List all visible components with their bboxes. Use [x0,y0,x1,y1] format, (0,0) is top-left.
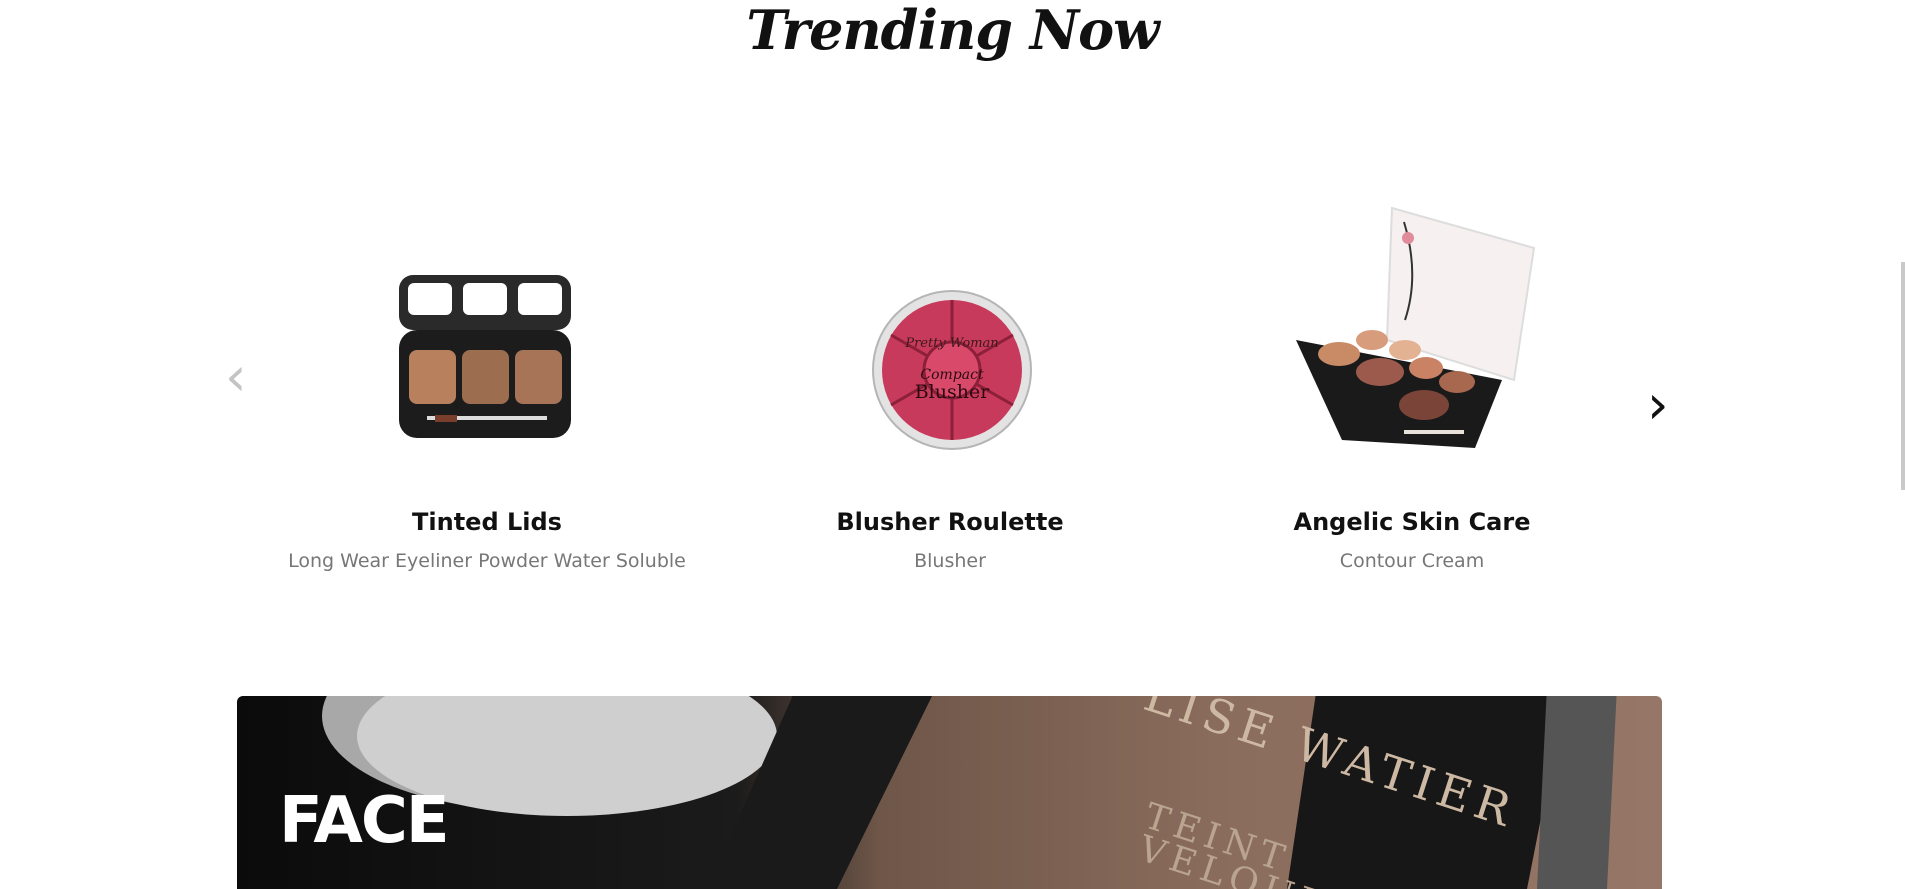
page-scrollbar[interactable] [1901,262,1905,490]
product-subtitle: Blusher [914,550,986,572]
product-card-tinted-lids[interactable]: Tinted Lids Long Wear Eyeliner Powder Wa… [267,190,707,572]
blusher-brand-text: Pretty Woman [904,336,998,351]
product-subtitle: Long Wear Eyeliner Powder Water Soluble [288,550,686,572]
carousel-next-icon[interactable]: › [1647,378,1669,432]
product-subtitle: Contour Cream [1339,550,1485,572]
compact-blusher-image[interactable]: Pretty Woman Compact Blusher [730,190,1170,480]
product-name[interactable]: Tinted Lids [267,508,707,536]
section-title: Trending Now [746,0,1159,62]
banner-category-label[interactable]: FACE [279,784,450,858]
contour-palette-image[interactable] [1192,190,1632,480]
blusher-line2-text: Blusher [915,381,991,403]
face-category-banner[interactable]: LISE WATIER TEINT VELOUR FACE [237,696,1662,889]
carousel-prev-icon[interactable]: ‹ [225,350,247,404]
product-name[interactable]: Angelic Skin Care [1192,508,1632,536]
product-card-blusher-roulette[interactable]: Pretty Woman Compact Blusher Blusher Rou… [730,190,1170,572]
product-name[interactable]: Blusher Roulette [730,508,1170,536]
product-card-angelic-skin-care[interactable]: Angelic Skin Care Contour Cream [1192,190,1632,572]
eyeshadow-palette-image[interactable] [267,190,707,480]
